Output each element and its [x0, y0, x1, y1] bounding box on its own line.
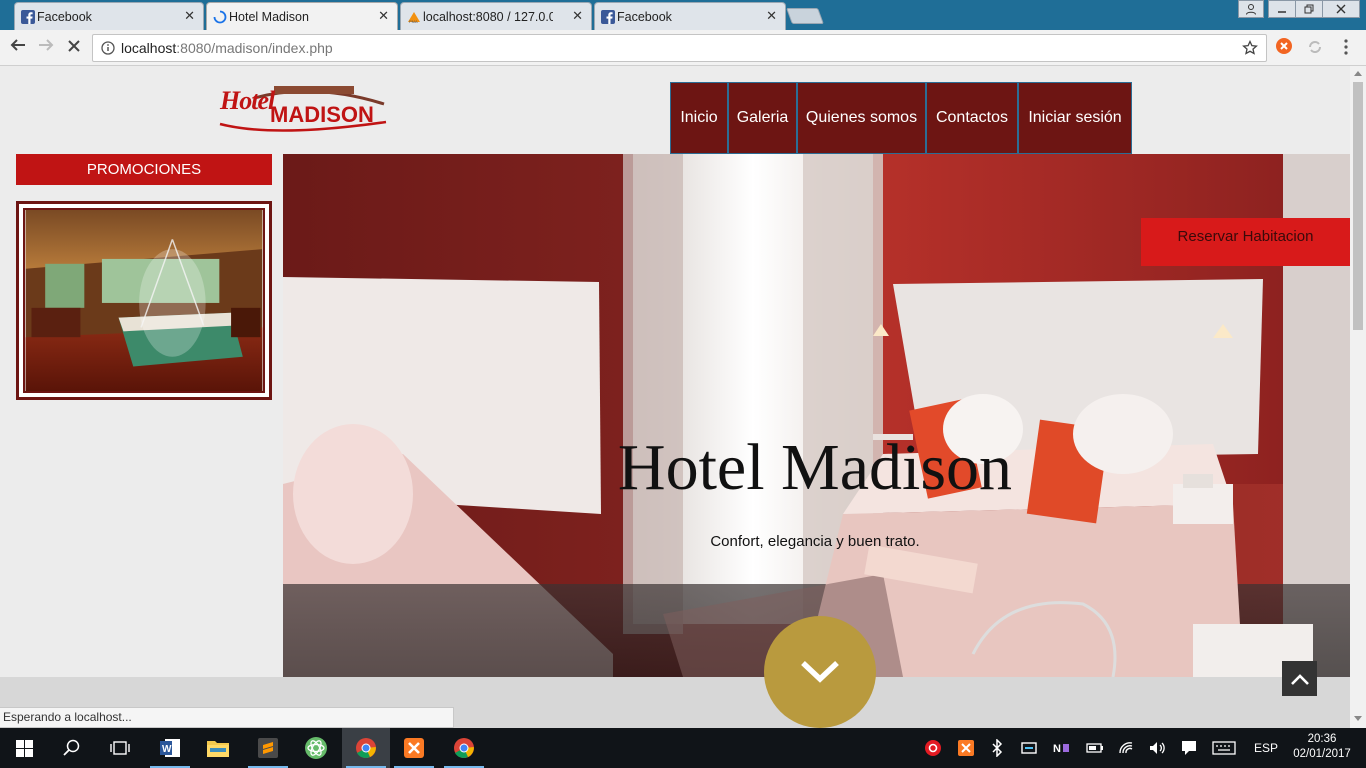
hotel-logo[interactable]: Hotel MADISON — [214, 80, 390, 136]
svg-text:W: W — [162, 744, 172, 755]
browser-toolbar: localhost:8080/madison/index.php — [0, 30, 1366, 66]
tab-close-icon[interactable]: ✕ — [572, 8, 583, 24]
address-bar[interactable]: localhost:8080/madison/index.php — [92, 34, 1267, 62]
nav-inicio[interactable]: Inicio — [670, 82, 728, 154]
tab-close-icon[interactable]: ✕ — [766, 8, 777, 24]
tab-facebook-1[interactable]: Facebook ✕ — [14, 2, 204, 30]
chrome-app-icon-2[interactable] — [440, 728, 488, 768]
tab-close-icon[interactable]: ✕ — [378, 8, 389, 24]
sublime-text-icon[interactable] — [244, 728, 292, 768]
tab-title: Facebook — [617, 9, 672, 24]
logo-text-hotel: Hotel — [220, 86, 275, 115]
clock[interactable]: 20:36 02/01/2017 — [1290, 732, 1354, 762]
scroll-up-arrow-icon[interactable] — [1354, 70, 1362, 76]
minimize-icon[interactable] — [1268, 0, 1296, 18]
volume-icon[interactable] — [1148, 739, 1166, 762]
keyboard-icon[interactable] — [1212, 740, 1236, 761]
tab-title: localhost:8080 / 127.0.0.1 — [423, 9, 553, 24]
atom-editor-icon[interactable] — [292, 728, 340, 768]
forward-arrow-icon[interactable] — [34, 36, 58, 60]
loading-spinner-icon — [213, 10, 227, 24]
tab-title: Hotel Madison — [229, 9, 309, 24]
stop-loading-icon[interactable] — [62, 36, 86, 60]
menu-kebab-icon[interactable] — [1338, 38, 1354, 61]
promotion-room-image — [23, 208, 265, 393]
file-explorer-icon[interactable] — [194, 728, 242, 768]
url-path: :8080/madison/index.php — [176, 40, 333, 56]
clock-time: 20:36 — [1307, 733, 1337, 745]
nav-quienes-somos[interactable]: Quienes somos — [797, 82, 926, 154]
extension-icon[interactable] — [1276, 38, 1292, 54]
bookmark-star-icon[interactable] — [1242, 40, 1258, 56]
url-host: localhost — [121, 40, 177, 56]
reserve-room-button[interactable]: Reservar Habitacion — [1141, 218, 1350, 266]
sync-extension-icon[interactable] — [1306, 38, 1324, 61]
hero-subtitle: Confort, elegancia y buen trato. — [710, 533, 920, 550]
browser-tab-strip: Facebook ✕ Hotel Madison ✕ PMA localhost… — [0, 0, 1366, 30]
nav-iniciar-sesion[interactable]: Iniciar sesión — [1018, 82, 1132, 154]
xampp-tray-icon[interactable] — [957, 739, 975, 762]
word-app-icon[interactable]: W — [146, 728, 194, 768]
restore-icon[interactable] — [1295, 0, 1323, 18]
svg-text:PMA: PMA — [409, 19, 418, 24]
new-tab-button[interactable] — [786, 8, 824, 24]
nav-contactos[interactable]: Contactos — [926, 82, 1018, 154]
chrome-app-icon[interactable] — [342, 728, 390, 768]
xampp-icon[interactable] — [390, 728, 438, 768]
notification-icon[interactable] — [1180, 739, 1198, 762]
bluetooth-icon[interactable] — [990, 738, 1004, 762]
close-window-icon[interactable] — [1322, 0, 1360, 18]
hero-title: Hotel Madison — [617, 431, 1013, 504]
phpmyadmin-icon: PMA — [408, 12, 420, 24]
chevron-down-icon — [801, 660, 839, 683]
search-icon[interactable] — [48, 728, 96, 768]
wifi-icon[interactable] — [1118, 739, 1136, 762]
battery-icon[interactable] — [1086, 741, 1104, 760]
scrollbar-thumb[interactable] — [1353, 82, 1363, 330]
page-scrollbar[interactable] — [1350, 66, 1366, 728]
browser-status-bar: Esperando a localhost... — [0, 707, 454, 728]
onenote-tray-icon[interactable]: N — [1052, 739, 1070, 762]
hero-banner: Reservar Habitacion Hotel Madison Confor… — [283, 154, 1350, 677]
tab-hotel-madison[interactable]: Hotel Madison ✕ — [206, 2, 398, 30]
tab-title: Facebook — [37, 9, 92, 24]
chevron-up-icon — [1290, 673, 1309, 685]
network-drive-icon[interactable] — [1020, 739, 1038, 762]
task-view-icon[interactable] — [96, 728, 144, 768]
promotions-title: PROMOCIONES — [16, 154, 272, 185]
facebook-icon — [601, 10, 615, 24]
logo-text-madison: MADISON — [270, 102, 374, 127]
windows-taskbar: W N ESP 20:36 02/01/2017 — [0, 728, 1366, 768]
promotion-card[interactable] — [16, 201, 272, 400]
beats-icon[interactable] — [924, 739, 942, 762]
tab-close-icon[interactable]: ✕ — [184, 8, 195, 24]
scroll-down-button[interactable] — [764, 616, 876, 728]
back-arrow-icon[interactable] — [6, 36, 30, 60]
facebook-icon — [21, 10, 35, 24]
info-icon[interactable] — [101, 41, 115, 55]
tab-phpmyadmin[interactable]: PMA localhost:8080 / 127.0.0.1 ✕ — [400, 2, 592, 30]
web-page: Hotel MADISON Inicio Galeria Quienes som… — [0, 66, 1350, 728]
start-windows-icon[interactable] — [0, 728, 48, 768]
language-indicator[interactable]: ESP — [1254, 741, 1278, 755]
profile-icon[interactable] — [1238, 0, 1264, 18]
back-to-top-button[interactable] — [1282, 661, 1317, 696]
nav-galeria[interactable]: Galeria — [728, 82, 797, 154]
clock-date: 02/01/2017 — [1293, 748, 1351, 760]
scroll-down-arrow-icon[interactable] — [1354, 716, 1362, 722]
svg-text:N: N — [1053, 743, 1061, 755]
tab-facebook-2[interactable]: Facebook ✕ — [594, 2, 786, 30]
